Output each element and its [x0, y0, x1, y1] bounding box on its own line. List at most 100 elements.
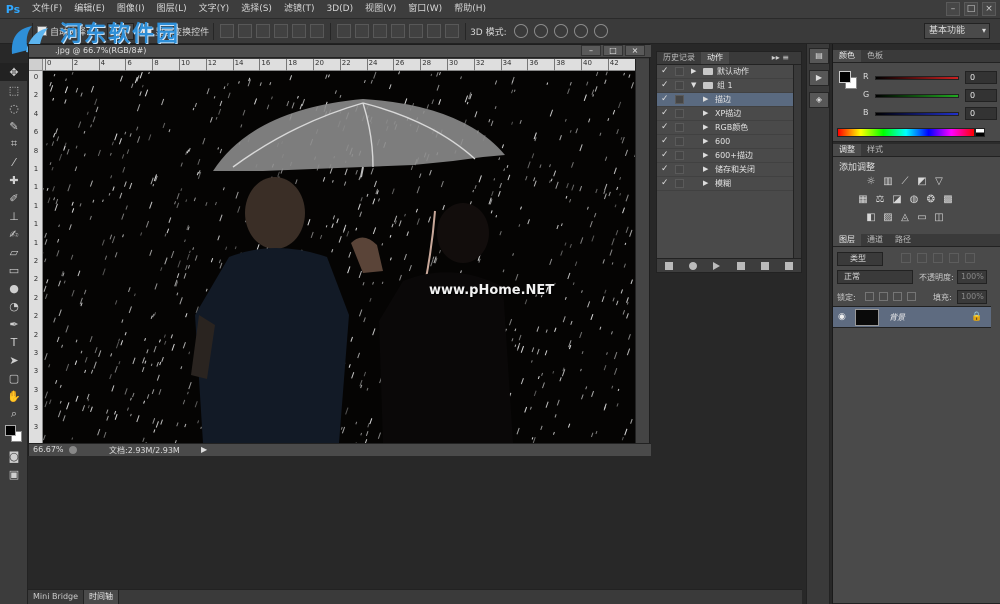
auto-select-dropdown[interactable]: 组 — [107, 22, 135, 40]
filter-type-icon[interactable] — [933, 253, 943, 263]
tab-actions[interactable]: 动作 — [701, 52, 729, 64]
dialog-toggle-box[interactable] — [675, 109, 684, 118]
align-vcenter-icon[interactable] — [238, 24, 253, 38]
align-right-icon[interactable] — [310, 24, 325, 38]
roll-3d-icon[interactable] — [533, 24, 548, 38]
vertical-scrollbar[interactable] — [635, 59, 649, 443]
healing-brush-tool-icon[interactable]: ✚ — [0, 171, 28, 189]
color-lookup-icon[interactable]: ▩ — [942, 194, 954, 206]
action-toggle-check-icon[interactable]: ✓ — [661, 107, 671, 120]
filter-shape-icon[interactable] — [949, 253, 959, 263]
dodge-tool-icon[interactable]: ◔ — [0, 297, 28, 315]
slide-3d-icon[interactable] — [573, 24, 588, 38]
tab-adjustments[interactable]: 调整 — [833, 144, 861, 156]
action-toggle-check-icon[interactable]: ✓ — [661, 65, 671, 78]
actions-scrollbar[interactable] — [793, 65, 801, 259]
distribute-hcenter-icon[interactable] — [409, 24, 424, 38]
opacity-input[interactable]: 100% — [957, 270, 987, 284]
menu-item[interactable]: 窗口(W) — [402, 0, 448, 19]
red-slider-track[interactable] — [875, 76, 959, 80]
screen-mode-icon[interactable]: ▣ — [0, 465, 28, 483]
dialog-toggle-box[interactable] — [675, 123, 684, 132]
color-balance-icon[interactable]: ⚖ — [874, 194, 886, 206]
vibrance-icon[interactable]: ▽ — [933, 176, 945, 188]
brightness-icon[interactable]: ☼ — [865, 176, 877, 188]
align-top-icon[interactable] — [220, 24, 235, 38]
posterize-icon[interactable]: ▨ — [882, 212, 894, 224]
action-row[interactable]: ✓ ▶ 600+描边 — [657, 149, 801, 163]
horizontal-ruler[interactable]: 0246810121416182022242628303234363840424… — [43, 59, 646, 71]
doc-restore-button[interactable]: □ — [603, 45, 623, 56]
blue-slider-track[interactable] — [875, 112, 959, 116]
blur-tool-icon[interactable]: ● — [0, 279, 28, 297]
expand-arrow-icon[interactable]: ▶ — [703, 177, 708, 190]
action-row[interactable]: ✓ ▶ 默认动作 — [657, 65, 801, 79]
action-toggle-check-icon[interactable]: ✓ — [661, 163, 671, 176]
tab-color[interactable]: 颜色 — [833, 50, 861, 62]
expand-arrow-icon[interactable]: ▶ — [703, 107, 708, 120]
action-toggle-check-icon[interactable]: ✓ — [661, 135, 671, 148]
vertical-ruler[interactable]: 0 2 4 6 8 1 1 1 1 1 2 2 2 2 2 3 3 3 3 3 — [29, 71, 43, 443]
close-button[interactable]: × — [982, 2, 996, 16]
curves-icon[interactable]: ⟋ — [899, 176, 911, 188]
hand-tool-icon[interactable]: ✋ — [0, 387, 28, 405]
pen-tool-icon[interactable]: ✒ — [0, 315, 28, 333]
green-slider-track[interactable] — [875, 94, 959, 98]
align-bottom-icon[interactable] — [256, 24, 271, 38]
menu-item[interactable]: 文字(Y) — [193, 0, 236, 19]
action-toggle-check-icon[interactable]: ✓ — [661, 177, 671, 190]
menu-item[interactable]: 图像(I) — [111, 0, 151, 19]
green-value[interactable]: 0 — [965, 89, 997, 102]
filter-pixel-icon[interactable] — [901, 253, 911, 263]
color-spectrum[interactable] — [837, 128, 975, 137]
auto-select-checkbox[interactable] — [37, 26, 47, 36]
distribute-bottom-icon[interactable] — [373, 24, 388, 38]
quick-select-tool-icon[interactable]: ✎ — [0, 117, 28, 135]
dialog-toggle-box[interactable] — [675, 81, 684, 90]
layer-row-background[interactable]: ◉ 背景 🔒 — [833, 306, 991, 328]
lasso-tool-icon[interactable]: ◌ — [0, 99, 28, 117]
distribute-right-icon[interactable] — [427, 24, 442, 38]
play-icon[interactable] — [713, 261, 721, 270]
action-toggle-check-icon[interactable]: ✓ — [661, 149, 671, 162]
auto-align-icon[interactable] — [445, 24, 460, 38]
image-canvas[interactable]: www.pHome.NET — [43, 71, 637, 443]
minimize-button[interactable]: – — [946, 2, 960, 16]
clone-stamp-tool-icon[interactable]: ⊥ — [0, 207, 28, 225]
menu-item[interactable]: 编辑(E) — [68, 0, 111, 19]
doc-minimize-button[interactable]: – — [581, 45, 601, 56]
status-menu-arrow-icon[interactable]: ▶ — [201, 445, 207, 454]
new-set-icon[interactable] — [736, 261, 745, 270]
blue-slider[interactable]: B 0 — [861, 107, 997, 121]
workspace-dropdown[interactable]: 基本功能 — [924, 23, 990, 39]
menu-item[interactable]: 帮助(H) — [448, 0, 492, 19]
levels-icon[interactable]: ▥ — [882, 176, 894, 188]
distribute-vcenter-icon[interactable] — [355, 24, 370, 38]
action-row[interactable]: ✓ ▶ 600 — [657, 135, 801, 149]
quick-mask-icon[interactable]: ◙ — [0, 447, 28, 465]
tab-mini-bridge[interactable]: Mini Bridge — [28, 590, 85, 604]
action-toggle-check-icon[interactable]: ✓ — [661, 93, 671, 106]
zoom-tool-icon[interactable]: ⌕ — [0, 405, 28, 423]
visibility-eye-icon[interactable]: ◉ — [838, 312, 846, 322]
selective-color-icon[interactable]: ◫ — [933, 212, 945, 224]
distribute-left-icon[interactable] — [391, 24, 406, 38]
gradient-map-icon[interactable]: ▭ — [916, 212, 928, 224]
black-white-ramp[interactable] — [975, 128, 985, 137]
menu-item[interactable]: 视图(V) — [359, 0, 402, 19]
filter-smart-object-icon[interactable] — [965, 253, 975, 263]
tab-timeline[interactable]: 时间轴 — [84, 590, 120, 604]
eraser-tool-icon[interactable]: ▱ — [0, 243, 28, 261]
new-action-icon[interactable] — [760, 261, 769, 270]
type-tool-icon[interactable]: T — [0, 333, 28, 351]
action-row[interactable]: ✓ ▶ XP描边 — [657, 107, 801, 121]
lock-transparent-icon[interactable] — [865, 292, 874, 301]
record-icon[interactable] — [689, 261, 698, 270]
foreground-color[interactable] — [5, 425, 16, 436]
properties-panel-icon[interactable]: ◈ — [809, 92, 829, 108]
expand-arrow-icon[interactable]: ▶ — [703, 121, 708, 134]
expand-arrow-icon[interactable]: ▶ — [703, 163, 708, 176]
lock-image-icon[interactable] — [879, 292, 888, 301]
history-brush-tool-icon[interactable]: ✍ — [0, 225, 28, 243]
red-slider[interactable]: R 0 — [861, 71, 997, 85]
